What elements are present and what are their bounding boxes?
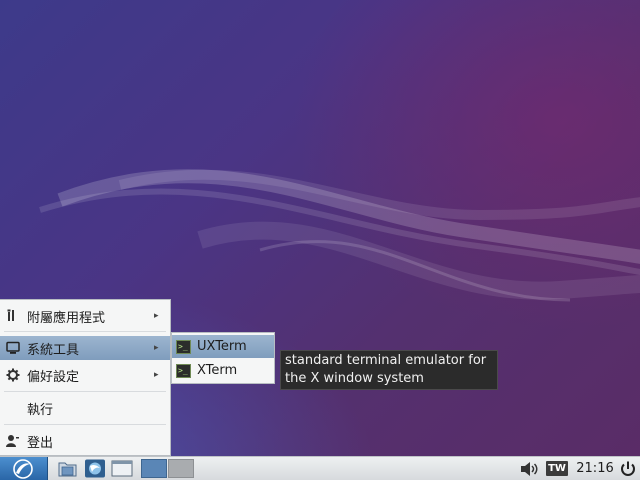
menu-divider [4,424,166,425]
menu-item-label: 執行 [27,402,54,418]
file-manager-button[interactable] [57,459,79,478]
lubuntu-logo-icon [13,459,33,479]
browser-icon [85,459,105,478]
workspace-2[interactable] [168,459,194,478]
chevron-right-icon: ▸ [154,370,159,380]
web-browser-button[interactable] [84,459,106,478]
menu-item-label: 附屬應用程式 [27,310,106,326]
terminal-icon: >_ [176,363,191,378]
clock[interactable]: 21:16 [576,460,614,478]
submenu-item-label: XTerm [197,363,238,378]
chevron-right-icon: ▸ [154,311,159,321]
keyboard-layout-indicator[interactable]: TW [546,461,568,476]
menu-item-run[interactable]: 執行 [0,396,170,420]
terminal-icon: >_ [176,339,191,354]
folder-icon [58,462,77,477]
menu-divider [4,391,166,392]
submenu-item-label: UXTerm [197,339,247,354]
menu-item-accessories[interactable]: 附屬應用程式 ▸ [0,304,170,328]
volume-icon[interactable] [519,460,539,478]
start-menu-button[interactable] [0,457,48,480]
computer-icon [5,340,21,356]
power-icon[interactable] [619,460,637,478]
gear-icon [5,367,21,383]
workspace-1[interactable] [141,459,167,478]
submenu-item-xterm[interactable]: >_ XTerm [172,359,274,382]
menu-item-logout[interactable]: 登出 [0,429,170,453]
menu-divider [4,331,166,332]
menu-item-label: 系統工具 [27,342,80,358]
window-icon [111,460,133,477]
user-icon [5,433,21,449]
chevron-right-icon: ▸ [154,343,159,353]
tooltip: standard terminal emulator for the X win… [280,350,498,390]
system-tools-submenu: >_ UXTerm >_ XTerm [171,332,275,384]
submenu-item-uxterm[interactable]: >_ UXTerm [172,335,274,358]
window-switcher-button[interactable] [111,459,133,478]
menu-item-preferences[interactable]: 偏好設定 ▸ [0,363,170,387]
menu-item-label: 偏好設定 [27,369,80,385]
taskbar: TW 21:16 [0,456,640,480]
menu-item-system-tools[interactable]: 系統工具 ▸ [0,336,170,360]
menu-item-label: 登出 [27,435,54,451]
accessories-icon [5,308,21,324]
application-menu: 附屬應用程式 ▸ 系統工具 ▸ 偏好設定 ▸ 執行 登出 [0,299,171,456]
